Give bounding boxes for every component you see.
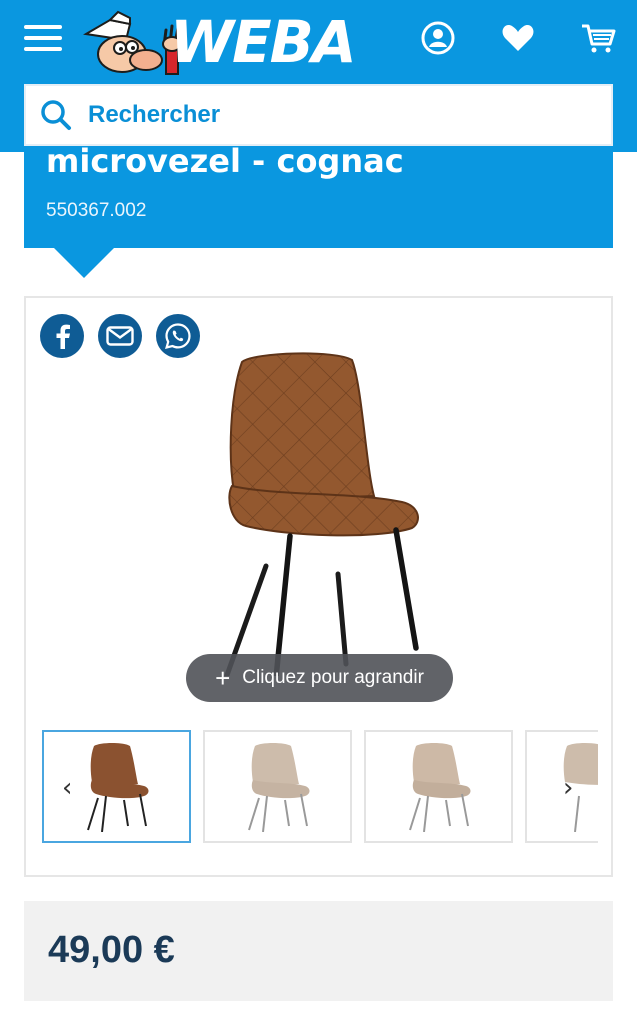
product-gallery: + Cliquez pour agrandir ‹ › <box>24 296 613 877</box>
thumbnail-strip: ‹ › <box>42 730 598 844</box>
thumbnail-4[interactable]: › <box>525 730 598 843</box>
product-title-band: microvezel - cognac 550367.002 <box>24 142 613 248</box>
top-bar: WEBA <box>0 0 637 86</box>
user-icon[interactable] <box>418 18 458 58</box>
mascot-icon <box>83 10 180 75</box>
plus-icon: + <box>215 663 231 693</box>
zoom-label: Cliquez pour agrandir <box>242 667 424 688</box>
product-price: 49,00 € <box>48 929 175 971</box>
thumbnail-3[interactable] <box>364 730 513 843</box>
chevron-right-icon[interactable]: › <box>563 775 573 801</box>
facebook-icon[interactable] <box>40 314 84 358</box>
title-pointer <box>54 248 114 278</box>
thumbnail-2[interactable] <box>203 730 352 843</box>
search-icon <box>41 100 71 130</box>
zoom-button[interactable]: + Cliquez pour agrandir <box>186 654 453 702</box>
logo[interactable]: WEBA <box>80 10 385 76</box>
price-box: 49,00 € <box>24 901 613 1001</box>
logo-text: WEBA <box>170 8 357 76</box>
heart-icon[interactable] <box>498 18 538 58</box>
search-input[interactable]: Rechercher <box>24 84 613 146</box>
email-icon[interactable] <box>98 314 142 358</box>
chevron-left-icon[interactable]: ‹ <box>62 775 72 801</box>
product-title: microvezel - cognac <box>46 142 404 180</box>
menu-icon[interactable] <box>24 25 62 51</box>
whatsapp-icon[interactable] <box>156 314 200 358</box>
search-placeholder: Rechercher <box>88 101 221 128</box>
cart-icon[interactable] <box>578 18 618 58</box>
thumbnail-1[interactable]: ‹ <box>42 730 191 843</box>
product-sku: 550367.002 <box>46 200 147 221</box>
product-main-image[interactable] <box>206 346 446 676</box>
